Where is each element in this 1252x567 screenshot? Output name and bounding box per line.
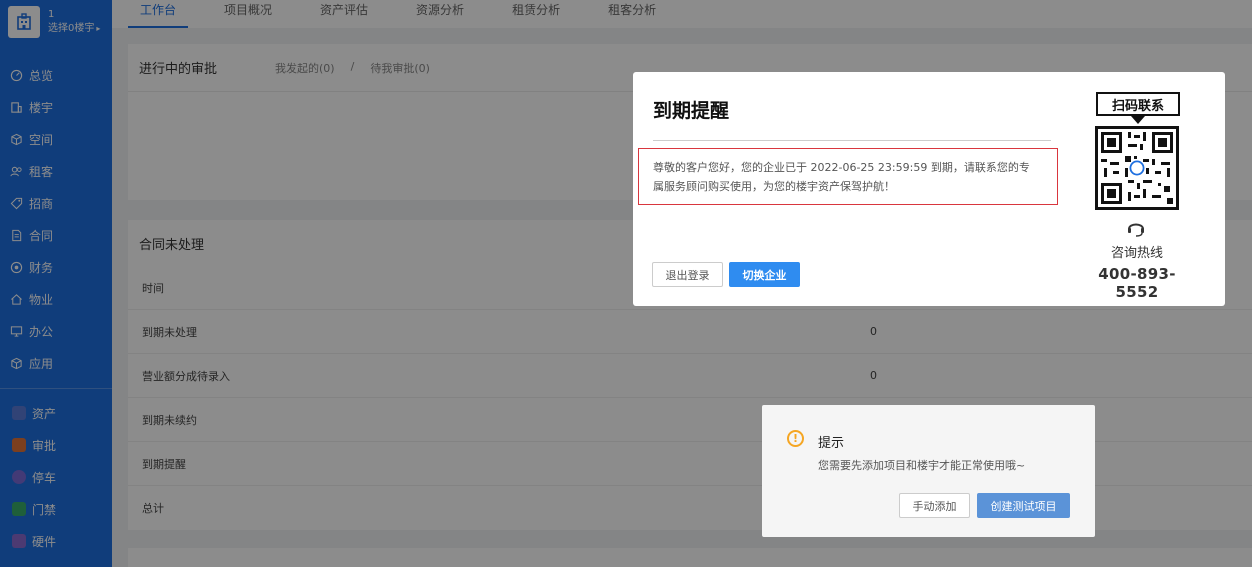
create-test-project-button[interactable]: 创建测试项目	[977, 493, 1070, 518]
expiry-modal: 到期提醒 尊敬的客户您好，您的企业已于 2022-06-25 23:59:59 …	[633, 72, 1225, 306]
expiry-message: 尊敬的客户您好，您的企业已于 2022-06-25 23:59:59 到期，请联…	[638, 148, 1058, 205]
manual-add-button[interactable]: 手动添加	[899, 493, 970, 518]
tip-title: 提示	[818, 436, 845, 451]
modal-title: 到期提醒	[653, 100, 730, 122]
logout-button[interactable]: 退出登录	[652, 262, 723, 287]
switch-company-button[interactable]: 切换企业	[729, 262, 800, 287]
qr-code-image	[1098, 129, 1176, 207]
qr-code	[1095, 126, 1179, 210]
qr-label: 扫码联系	[1096, 92, 1180, 116]
warning-icon: !	[787, 430, 804, 447]
headset-icon	[1125, 218, 1147, 241]
qr-pointer	[1131, 116, 1145, 124]
message-line: 属服务顾问购买使用，为您的楼宇资产保驾护航！	[653, 180, 895, 193]
hotline-label: 咨询热线	[1110, 246, 1163, 261]
title-divider	[653, 140, 1051, 141]
tip-dialog: ! 提示 您需要先添加项目和楼宇才能正常使用哦~ 手动添加 创建测试项目	[762, 405, 1095, 537]
tip-message: 您需要先添加项目和楼宇才能正常使用哦~	[818, 459, 1026, 472]
hotline-number: 400-893-5552	[1098, 265, 1176, 301]
message-line: 尊敬的客户您好，您的企业已于 2022-06-25 23:59:59 到期，请联…	[653, 161, 1030, 174]
